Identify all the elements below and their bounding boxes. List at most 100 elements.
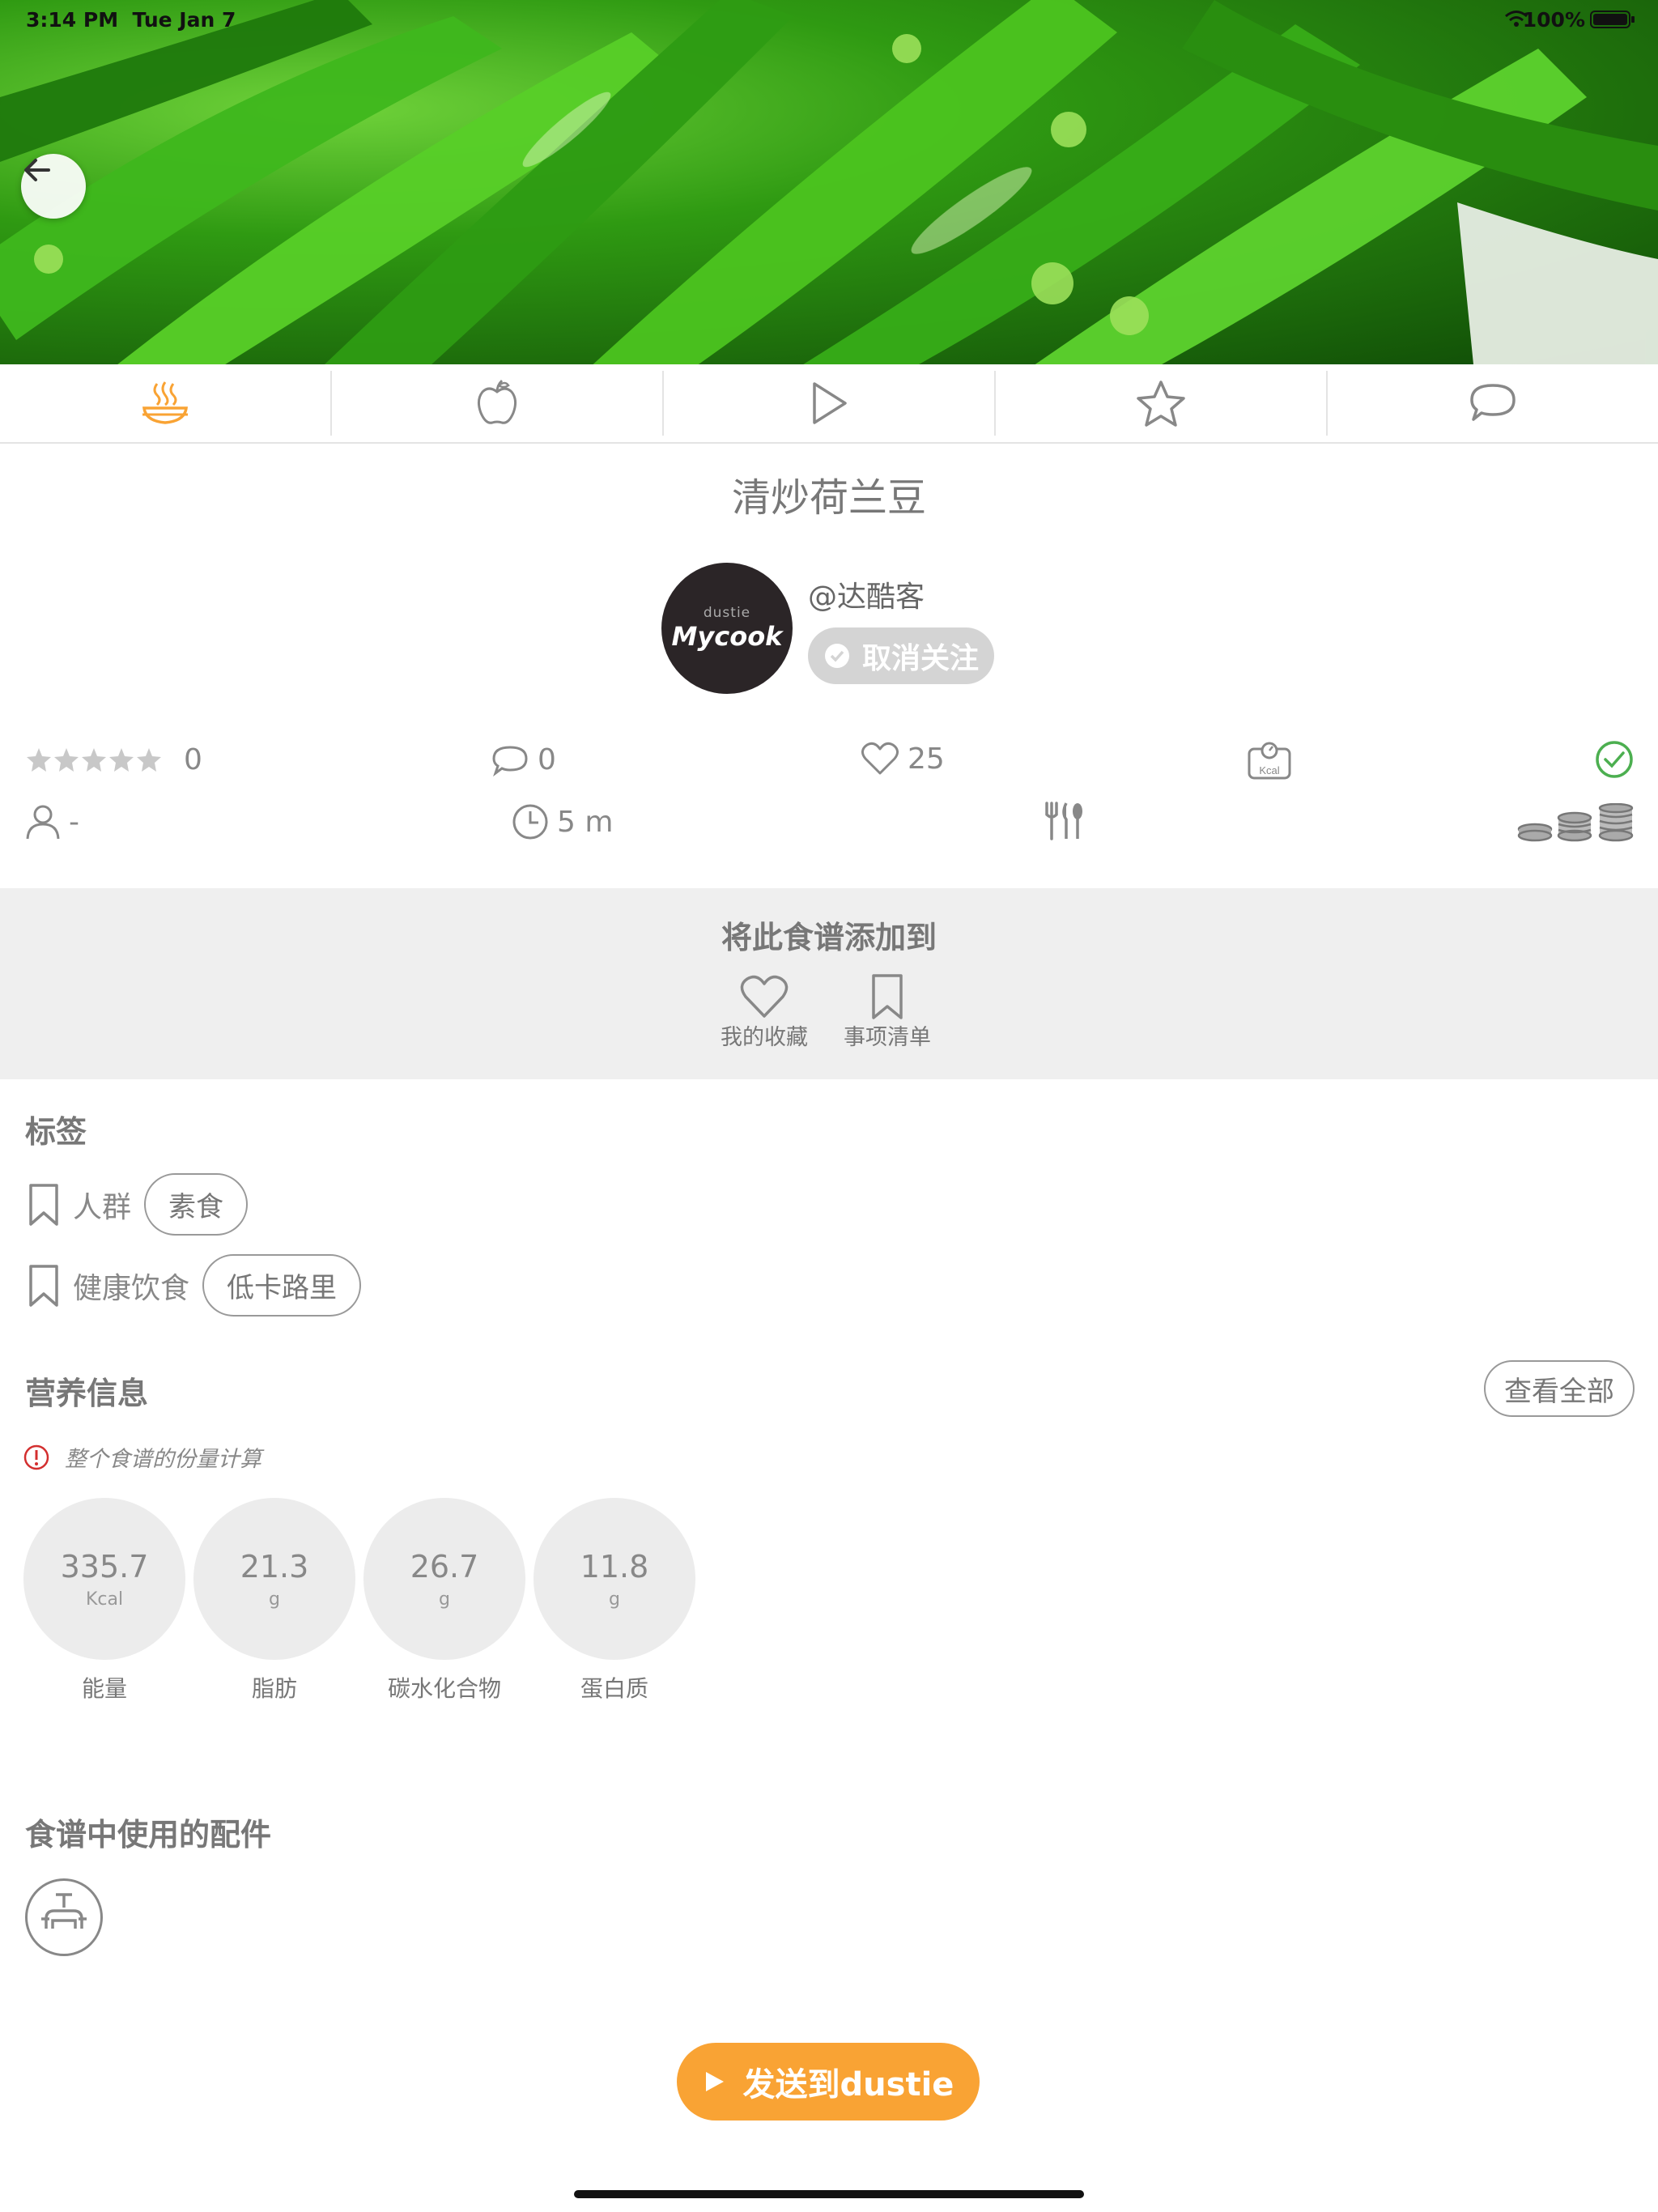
blade-accessory-icon [41, 1893, 87, 1929]
avatar-small-text: dustie [703, 605, 751, 621]
nutrition-value: 11.8 [580, 1548, 649, 1585]
unfollow-button[interactable]: 取消关注 [808, 627, 994, 684]
send-to-dustie-button[interactable]: 发送到dustie [677, 2043, 980, 2121]
cooking-pot-icon [142, 381, 188, 424]
add-to-panel: 将此食谱添加到 我的收藏 事项清单 [0, 888, 1658, 1079]
favorites-label: 我的收藏 [721, 1025, 808, 1050]
arrow-left-icon [24, 159, 50, 181]
cost-stat [1517, 803, 1637, 842]
nutrition-unit: g [609, 1589, 620, 1610]
nutrition-unit: Kcal [85, 1589, 124, 1610]
author-name[interactable]: @达酷客 [808, 573, 925, 615]
recipe-title: 清炒荷兰豆 [731, 475, 926, 521]
alert-circle-icon [23, 1444, 49, 1470]
nutrition-circle: 21.3 g [193, 1498, 355, 1660]
tab-ingredients[interactable] [332, 371, 664, 436]
back-button[interactable] [21, 154, 86, 219]
person-icon [26, 805, 60, 840]
nutrition-item-energy: 335.7 Kcal 能量 [23, 1498, 185, 1704]
rating-stat[interactable]: 0 [25, 743, 202, 776]
apple-icon [477, 379, 517, 424]
rating-stars-icon [27, 747, 161, 772]
nutrition-value: 21.3 [240, 1548, 309, 1585]
recipe-tab-bar [0, 364, 1658, 444]
nutrition-label: 蛋白质 [580, 1675, 648, 1702]
tag-row: 健康饮食 低卡路里 [28, 1254, 362, 1317]
nutrition-circle: 26.7 g [363, 1498, 525, 1660]
unfollow-label: 取消关注 [861, 642, 979, 675]
nutrition-unit: g [269, 1589, 280, 1610]
servings-stat: - [25, 803, 79, 840]
comment-stat[interactable]: 0 [491, 743, 556, 776]
author-avatar[interactable]: dustie Mycook [661, 563, 793, 694]
comment-icon [492, 745, 528, 776]
clock-icon [512, 804, 548, 840]
status-check [1594, 739, 1635, 780]
nutrition-note: 整个食谱的份量计算 [23, 1441, 261, 1473]
difficulty-stat [1040, 802, 1086, 840]
snow-peas-photo [0, 0, 1658, 364]
servings-value: - [69, 805, 79, 839]
time-stat: 5 m [512, 803, 613, 840]
tag-chip-vegetarian[interactable]: 素食 [144, 1173, 249, 1236]
like-stat[interactable]: 25 [861, 741, 945, 776]
status-time: 3:14 PM Tue Jan 7 [26, 8, 236, 32]
bookmark-icon [872, 974, 903, 1019]
svg-text:Kcal: Kcal [1259, 764, 1279, 776]
comment-icon [1470, 384, 1516, 421]
time-value: 5 m [557, 805, 614, 839]
todo-label: 事项清单 [844, 1025, 931, 1050]
heart-icon [740, 975, 789, 1018]
status-battery: 100% [1522, 8, 1585, 32]
nutrition-heading: 营养信息 [25, 1376, 149, 1411]
star-icon [1137, 381, 1185, 427]
home-indicator[interactable] [574, 2190, 1084, 2198]
coins-icon [1517, 803, 1634, 842]
nutrition-label: 碳水化合物 [387, 1675, 501, 1702]
nutrition-value: 26.7 [410, 1548, 479, 1585]
play-icon [705, 2072, 724, 2091]
tab-comments[interactable] [1328, 371, 1658, 436]
recipe-hero-image: 3:14 PM Tue Jan 7 100% [0, 0, 1658, 364]
nutrition-value: 335.7 [60, 1548, 149, 1585]
tag-label: 健康饮食 [73, 1271, 190, 1305]
bookmark-icon [29, 1264, 58, 1307]
tag-chip-low-calorie[interactable]: 低卡路里 [202, 1254, 362, 1317]
calories-stat[interactable]: Kcal [1247, 741, 1292, 780]
nutrition-circle: 335.7 Kcal [23, 1498, 185, 1660]
add-to-todo-button[interactable]: 事项清单 [844, 974, 931, 1051]
utensils-icon [1045, 802, 1082, 840]
nutrition-item-fat: 21.3 g 脂肪 [193, 1498, 355, 1704]
rating-count: 0 [184, 743, 202, 776]
accessories-heading: 食谱中使用的配件 [25, 1817, 272, 1853]
battery-icon [1590, 11, 1635, 28]
tab-favorite[interactable] [996, 371, 1328, 436]
nutrition-label: 能量 [81, 1675, 127, 1702]
tags-heading: 标签 [25, 1114, 87, 1150]
add-to-title: 将此食谱添加到 [721, 920, 937, 955]
nutrition-item-protein: 11.8 g 蛋白质 [534, 1498, 695, 1704]
play-icon [813, 382, 847, 424]
nutrition-label: 脂肪 [251, 1675, 297, 1702]
like-count: 25 [908, 742, 945, 776]
nutrition-circle: 11.8 g [534, 1498, 695, 1660]
nutrition-unit: g [439, 1589, 450, 1610]
comment-count: 0 [538, 743, 556, 776]
view-all-nutrition-button[interactable]: 查看全部 [1484, 1360, 1635, 1417]
accessory-button[interactable] [25, 1878, 103, 1956]
nutrition-item-carbs: 26.7 g 碳水化合物 [363, 1498, 525, 1704]
add-to-favorites-button[interactable]: 我的收藏 [721, 974, 808, 1051]
kcal-scale-icon: Kcal [1248, 742, 1291, 780]
send-button-label: 发送到dustie [742, 2066, 954, 2104]
avatar-brand-text: Mycook [671, 621, 783, 652]
wifi-icon [1505, 11, 1528, 27]
bookmark-icon [29, 1183, 58, 1226]
tag-row: 人群 素食 [28, 1173, 249, 1236]
tag-label: 人群 [73, 1190, 132, 1224]
check-circle-icon [1596, 741, 1633, 778]
nutrition-note-text: 整个食谱的份量计算 [65, 1447, 261, 1472]
heart-icon [861, 742, 899, 775]
tab-recipe[interactable] [0, 371, 332, 436]
tab-video[interactable] [664, 371, 996, 436]
check-circle-icon [824, 644, 849, 668]
